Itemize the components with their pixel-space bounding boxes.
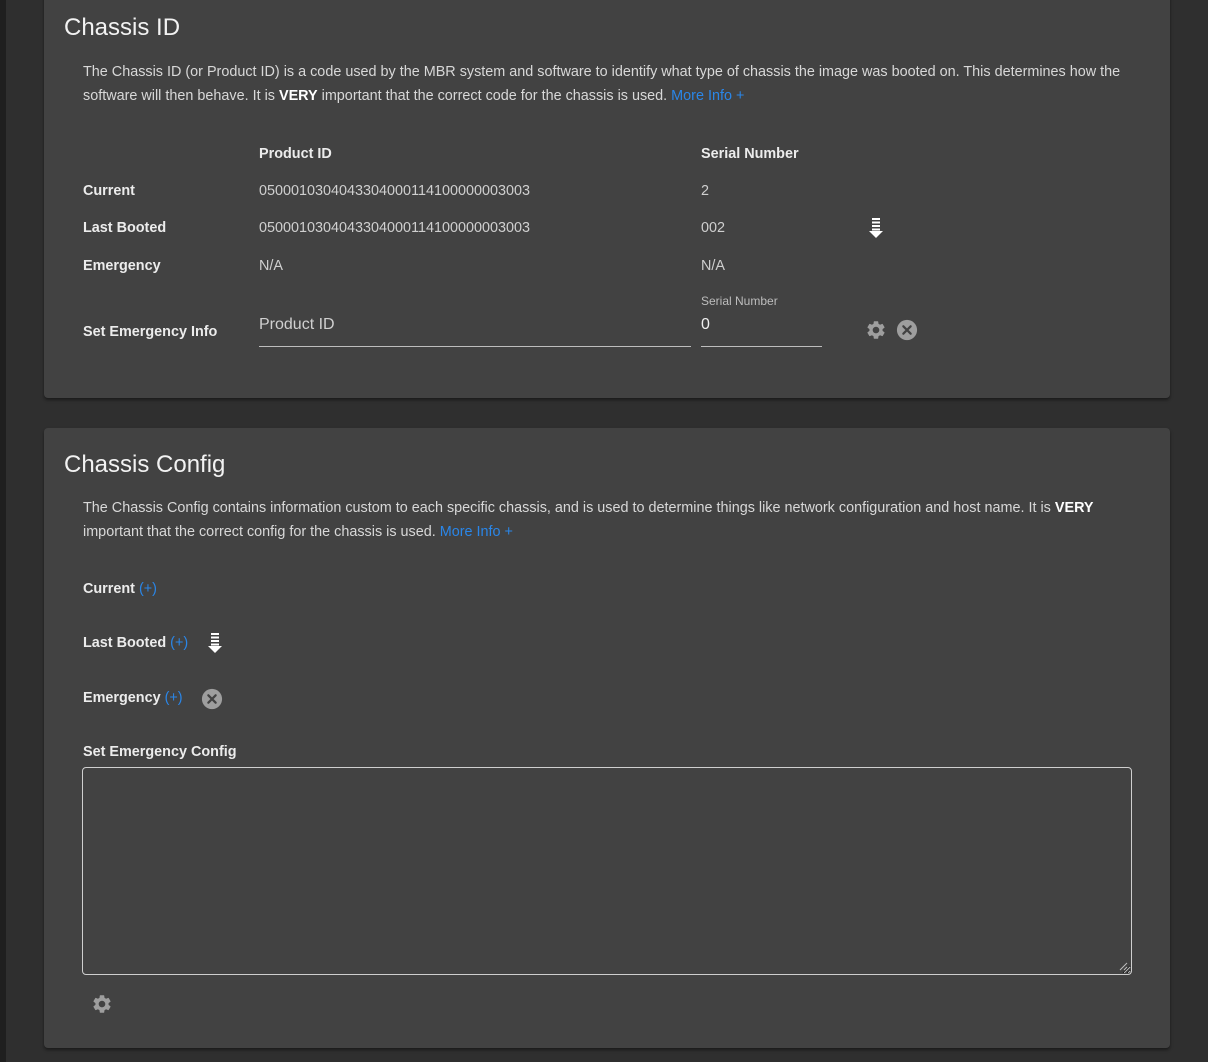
emergency-config-textarea-box bbox=[82, 767, 1132, 975]
config-emergency-row: Emergency (+) bbox=[83, 690, 183, 706]
last-booted-serial: 002 bbox=[701, 220, 726, 236]
chassis-config-description: The Chassis Config contains information … bbox=[83, 496, 1143, 544]
download-list-icon[interactable] bbox=[869, 218, 883, 238]
current-serial: 2 bbox=[701, 183, 710, 199]
chassis-config-title: Chassis Config bbox=[64, 451, 226, 478]
chassis-config-desc-text-1: The Chassis Config contains information … bbox=[83, 500, 1055, 516]
config-current-label: Current bbox=[83, 581, 135, 597]
config-last-booted-label: Last Booted bbox=[83, 635, 167, 651]
emergency-serial: N/A bbox=[701, 258, 725, 274]
serial-number-input[interactable] bbox=[701, 316, 822, 334]
gear-icon[interactable] bbox=[91, 993, 113, 1015]
config-last-booted-row: Last Booted (+) bbox=[83, 635, 188, 651]
chassis-id-title: Chassis ID bbox=[64, 14, 181, 41]
chassis-config-card: Chassis Config The Chassis Config contai… bbox=[44, 428, 1170, 1048]
serial-number-field-label: Serial Number bbox=[701, 294, 778, 308]
row-label-last-booted: Last Booted bbox=[83, 220, 167, 236]
chassis-id-desc-text-2: important that the correct code for the … bbox=[317, 88, 672, 104]
config-current-expand[interactable]: (+) bbox=[139, 581, 157, 597]
close-circle-icon[interactable] bbox=[896, 319, 918, 341]
chassis-id-more-info-link[interactable]: More Info + bbox=[671, 88, 744, 104]
chassis-id-desc-bold: VERY bbox=[278, 88, 318, 104]
current-product-id: 0500010304043304000114100000003003 bbox=[259, 183, 531, 199]
config-emergency-label: Emergency bbox=[83, 690, 161, 706]
config-emergency-expand[interactable]: (+) bbox=[165, 690, 183, 706]
col-header-product-id: Product ID bbox=[259, 146, 332, 162]
close-circle-icon[interactable] bbox=[201, 688, 223, 710]
chassis-config-desc-bold: VERY bbox=[1054, 500, 1094, 516]
left-rail bbox=[0, 0, 6, 1062]
emergency-config-textarea[interactable] bbox=[83, 768, 1131, 974]
resize-grip-icon[interactable] bbox=[1119, 962, 1128, 971]
row-label-current: Current bbox=[83, 183, 135, 199]
chassis-config-desc-text-2: important that the correct config for th… bbox=[83, 524, 440, 540]
serial-number-field bbox=[701, 316, 822, 347]
col-header-serial-number: Serial Number bbox=[701, 146, 799, 162]
last-booted-product-id: 0500010304043304000114100000003003 bbox=[259, 220, 531, 236]
product-id-input[interactable] bbox=[259, 316, 691, 334]
emergency-product-id: N/A bbox=[259, 258, 283, 274]
chassis-id-description: The Chassis ID (or Product ID) is a code… bbox=[83, 60, 1143, 108]
product-id-field bbox=[259, 316, 691, 347]
chassis-config-more-info-link[interactable]: More Info + bbox=[440, 524, 513, 540]
chassis-id-card: Chassis ID The Chassis ID (or Product ID… bbox=[44, 0, 1170, 398]
config-last-booted-expand[interactable]: (+) bbox=[170, 635, 188, 651]
set-emergency-config-label: Set Emergency Config bbox=[83, 744, 237, 760]
config-current-row: Current (+) bbox=[83, 581, 157, 597]
row-label-emergency: Emergency bbox=[83, 258, 161, 274]
download-list-icon[interactable] bbox=[208, 633, 222, 653]
set-emergency-info-label: Set Emergency Info bbox=[83, 324, 218, 340]
gear-icon[interactable] bbox=[865, 319, 887, 341]
